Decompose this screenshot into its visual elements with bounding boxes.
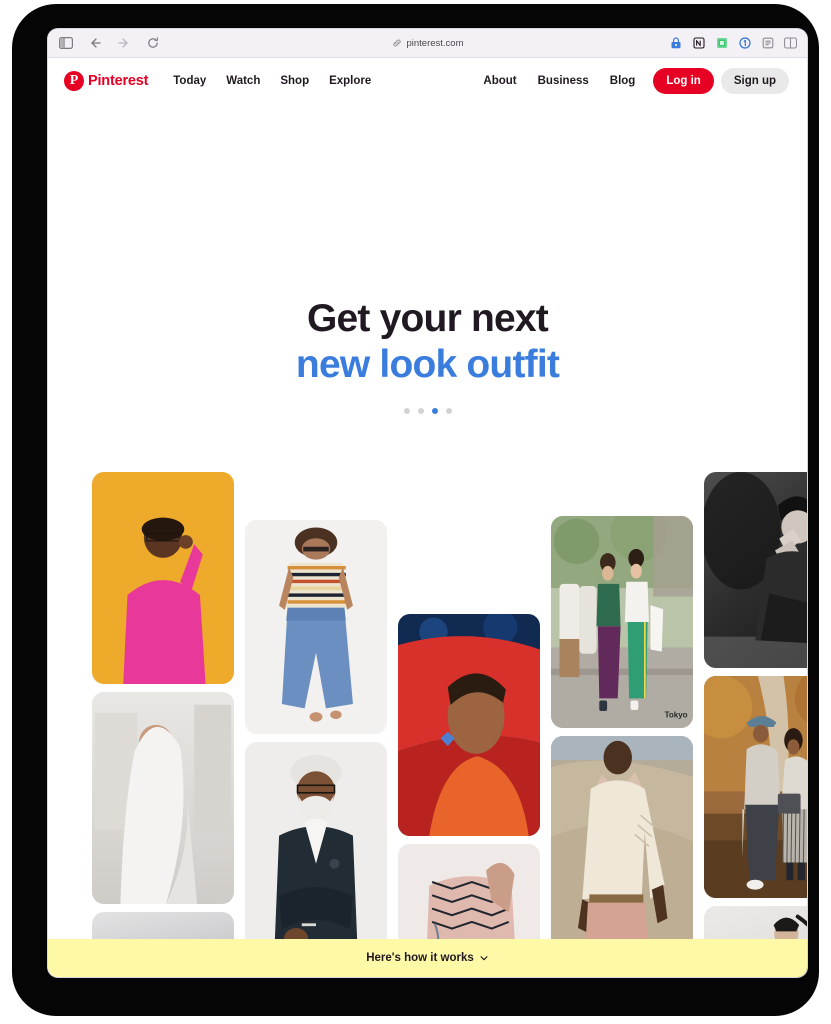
browser-nav-controls bbox=[58, 36, 160, 51]
how-it-works-label: Here's how it works bbox=[366, 952, 474, 964]
primary-nav: Today Watch Shop Explore bbox=[164, 70, 380, 92]
link-icon bbox=[391, 38, 401, 48]
hero-heading-line2: new look outfit bbox=[295, 343, 560, 387]
hero-section: Get your next new look outfit bbox=[48, 104, 807, 415]
pin-woman-red-backdrop-earrings[interactable] bbox=[398, 614, 540, 836]
browser-extensions bbox=[669, 37, 797, 50]
pin-man-black-white-portrait[interactable] bbox=[704, 472, 807, 668]
address-bar[interactable]: pinterest.com bbox=[391, 37, 464, 49]
pin-couple-autumn-leaves[interactable] bbox=[704, 676, 807, 898]
device-frame: pinterest.com P Pinterest Today Watch Sh… bbox=[12, 4, 819, 1016]
login-button[interactable]: Log in bbox=[653, 68, 714, 94]
pinterest-wordmark: Pinterest bbox=[88, 73, 149, 89]
extension-notion[interactable] bbox=[692, 37, 705, 50]
nav-item-watch[interactable]: Watch bbox=[217, 70, 269, 92]
chevron-down-icon bbox=[479, 953, 489, 963]
nav-item-business[interactable]: Business bbox=[529, 70, 598, 92]
pinterest-page: P Pinterest Today Watch Shop Explore Abo… bbox=[48, 58, 807, 977]
how-it-works-bar[interactable]: Here's how it works bbox=[48, 939, 807, 977]
hero-heading-line1: Get your next bbox=[307, 297, 549, 340]
extension-onepassword[interactable] bbox=[738, 37, 751, 50]
extension-reader-list[interactable] bbox=[761, 37, 774, 50]
reload-button[interactable] bbox=[145, 36, 160, 51]
site-header: P Pinterest Today Watch Shop Explore Abo… bbox=[48, 58, 807, 104]
signup-button[interactable]: Sign up bbox=[720, 68, 789, 94]
carousel-dot-4[interactable] bbox=[445, 408, 452, 415]
nav-item-shop[interactable]: Shop bbox=[271, 70, 318, 92]
address-bar-url: pinterest.com bbox=[406, 37, 464, 49]
extension-grammarly[interactable] bbox=[715, 37, 728, 50]
carousel-dot-3[interactable] bbox=[431, 408, 438, 415]
sidebar-right-button[interactable] bbox=[784, 37, 797, 50]
forward-button[interactable] bbox=[116, 36, 131, 51]
pin-grid: Tokyo bbox=[56, 440, 807, 977]
back-button[interactable] bbox=[87, 36, 102, 51]
nav-item-explore[interactable]: Explore bbox=[320, 70, 380, 92]
nav-item-about[interactable]: About bbox=[474, 70, 525, 92]
carousel-dots bbox=[48, 408, 807, 415]
secondary-nav: About Business Blog Log in Sign up bbox=[474, 68, 789, 94]
svg-text:Tokyo: Tokyo bbox=[665, 710, 688, 719]
nav-item-blog[interactable]: Blog bbox=[601, 70, 645, 92]
sidebar-toggle-button[interactable] bbox=[58, 36, 73, 51]
extension-1password[interactable] bbox=[669, 37, 682, 50]
pin-woman-striped-tee-jeans[interactable] bbox=[245, 520, 387, 734]
pin-tokyo-street-style[interactable]: Tokyo bbox=[551, 516, 693, 728]
carousel-dot-1[interactable] bbox=[403, 408, 410, 415]
browser-toolbar: pinterest.com bbox=[48, 29, 807, 58]
pin-woman-pink-sweater-yellow[interactable] bbox=[92, 472, 234, 684]
pinterest-logo[interactable]: P Pinterest bbox=[64, 71, 148, 91]
pinterest-mark-icon: P bbox=[64, 71, 84, 91]
carousel-dot-2[interactable] bbox=[417, 408, 424, 415]
pin-woman-white-hijab[interactable] bbox=[92, 692, 234, 904]
nav-item-today[interactable]: Today bbox=[164, 70, 215, 92]
device-screen: pinterest.com P Pinterest Today Watch Sh… bbox=[48, 29, 807, 977]
